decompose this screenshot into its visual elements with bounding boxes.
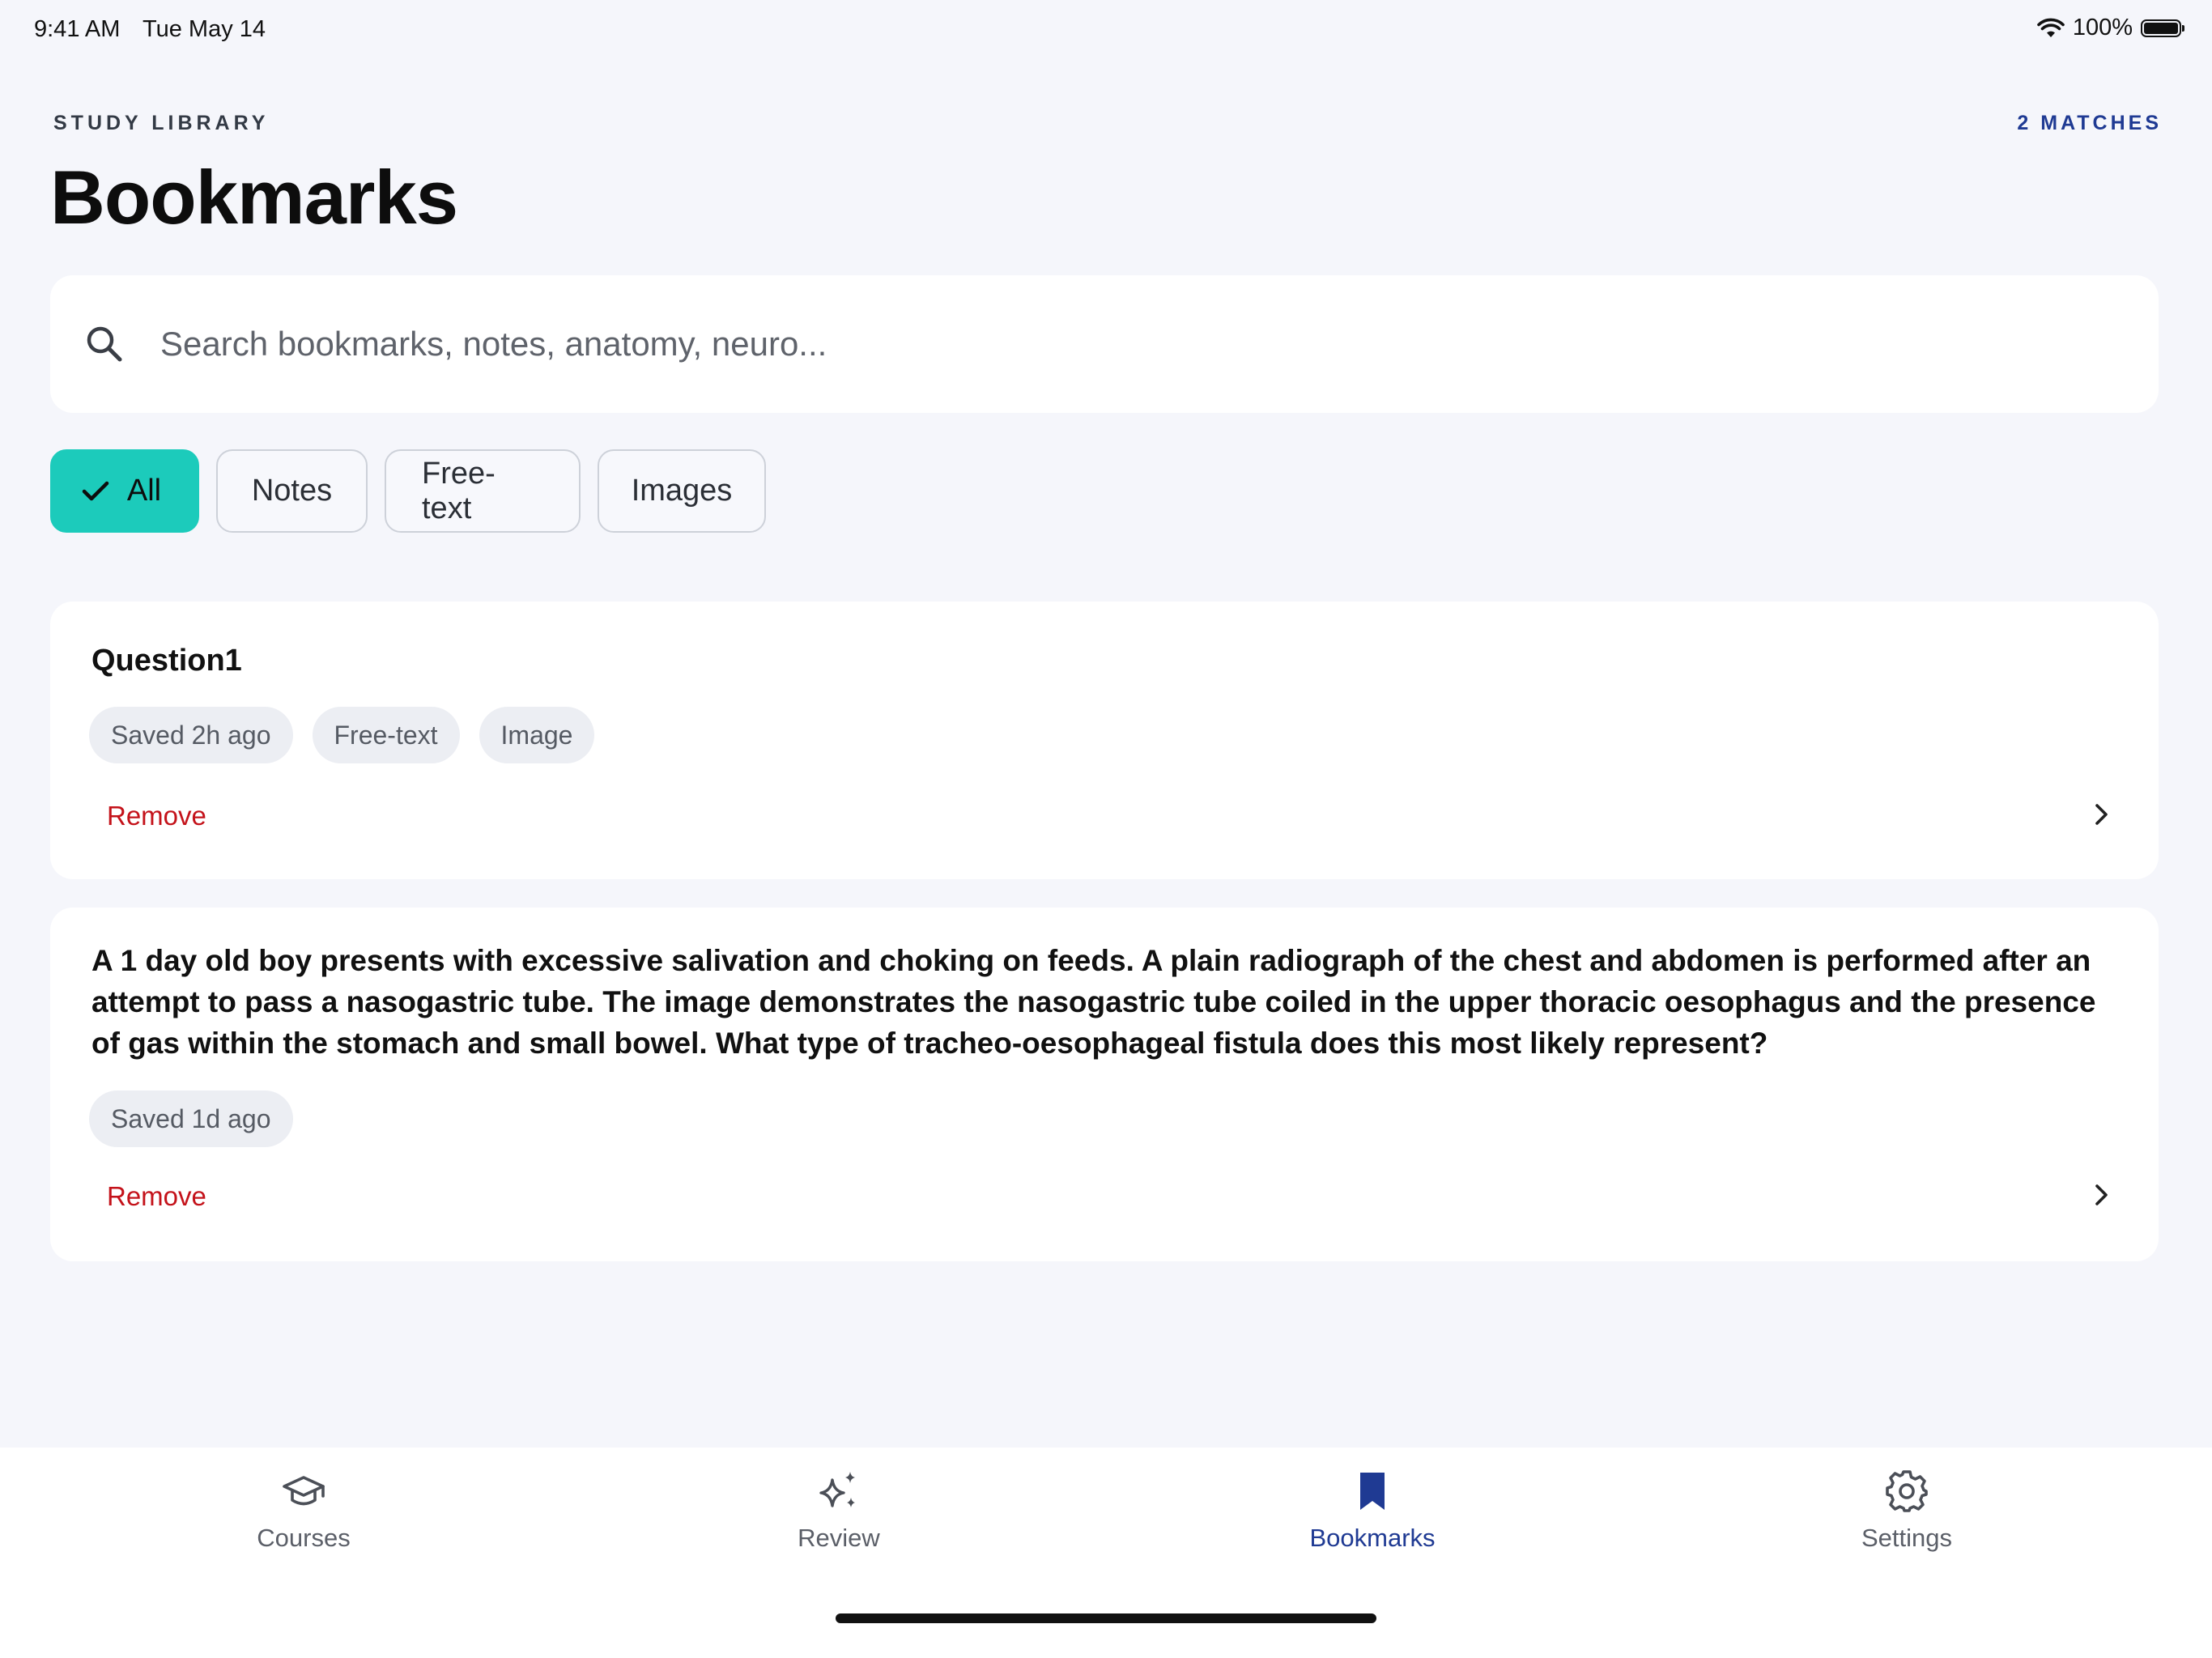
filter-chip-free-text[interactable]: Free-text: [385, 449, 581, 533]
page-title: Bookmarks: [50, 155, 458, 240]
tag-saved-time: Saved 1d ago: [89, 1090, 293, 1147]
tab-courses-label: Courses: [257, 1524, 351, 1552]
chevron-right-icon[interactable]: [2089, 1183, 2113, 1207]
status-time: 9:41 AM: [34, 16, 121, 42]
battery-icon: [2141, 19, 2184, 37]
battery-level: [2144, 22, 2178, 34]
tag-free-text: Free-text: [312, 707, 460, 763]
tab-review[interactable]: Review: [717, 1467, 960, 1553]
tag-saved-time: Saved 2h ago: [89, 707, 293, 763]
filter-chip-notes-label: Notes: [251, 474, 333, 508]
status-time-date: 9:41 AM Tue May 14: [34, 16, 282, 43]
tab-bookmarks-label: Bookmarks: [1309, 1524, 1436, 1552]
filter-chip-all-label: All: [126, 474, 162, 508]
search-icon: [87, 326, 122, 362]
status-bar: 9:41 AM Tue May 14 100%: [0, 0, 2212, 60]
filter-chip-all[interactable]: All: [50, 449, 199, 533]
home-indicator[interactable]: [836, 1613, 1376, 1623]
checkmark-icon: [82, 481, 109, 500]
battery-percentage: 100%: [2072, 15, 2133, 40]
gear-icon: [1886, 1470, 1928, 1512]
filter-chip-notes[interactable]: Notes: [216, 449, 368, 533]
bookmark-icon: [1360, 1473, 1385, 1510]
tag-image: Image: [479, 707, 595, 763]
bookmark-tags: Saved 2h ago Free-text Image: [89, 707, 595, 763]
tab-bar: Courses Review Bookmarks Settings: [0, 1448, 2212, 1658]
graduation-cap-icon: [283, 1476, 325, 1506]
bookmark-title: Question1: [91, 644, 242, 678]
filter-chip-images-label: Images: [631, 474, 733, 508]
tab-bookmarks[interactable]: Bookmarks: [1251, 1467, 1494, 1553]
status-date: Tue May 14: [142, 16, 266, 42]
filter-chip-images[interactable]: Images: [598, 449, 766, 533]
tab-settings-label: Settings: [1861, 1524, 1952, 1552]
remove-button[interactable]: Remove: [107, 801, 206, 831]
chevron-right-icon[interactable]: [2089, 802, 2113, 827]
section-eyebrow: STUDY LIBRARY: [53, 112, 270, 134]
bookmark-tags: Saved 1d ago: [89, 1090, 293, 1147]
matches-count: 2 MATCHES: [2017, 112, 2162, 134]
bookmark-card[interactable]: A 1 day old boy presents with excessive …: [50, 908, 2159, 1261]
tab-review-label: Review: [798, 1524, 880, 1552]
filter-chips: All Notes Free-text Images: [50, 449, 766, 533]
tab-settings[interactable]: Settings: [1785, 1467, 2028, 1553]
search-bar[interactable]: [50, 275, 2159, 413]
bookmark-card[interactable]: Question1 Saved 2h ago Free-text Image R…: [50, 602, 2159, 879]
status-indicators: 100%: [2037, 15, 2184, 41]
search-input[interactable]: [159, 324, 2024, 364]
tab-courses[interactable]: Courses: [182, 1467, 425, 1553]
wifi-icon: [2037, 18, 2065, 37]
sparkles-icon: [819, 1472, 855, 1507]
remove-button[interactable]: Remove: [107, 1181, 206, 1212]
filter-chip-free-text-label: Free-text: [422, 456, 496, 525]
bookmark-question-text: A 1 day old boy presents with excessive …: [91, 944, 2096, 1060]
